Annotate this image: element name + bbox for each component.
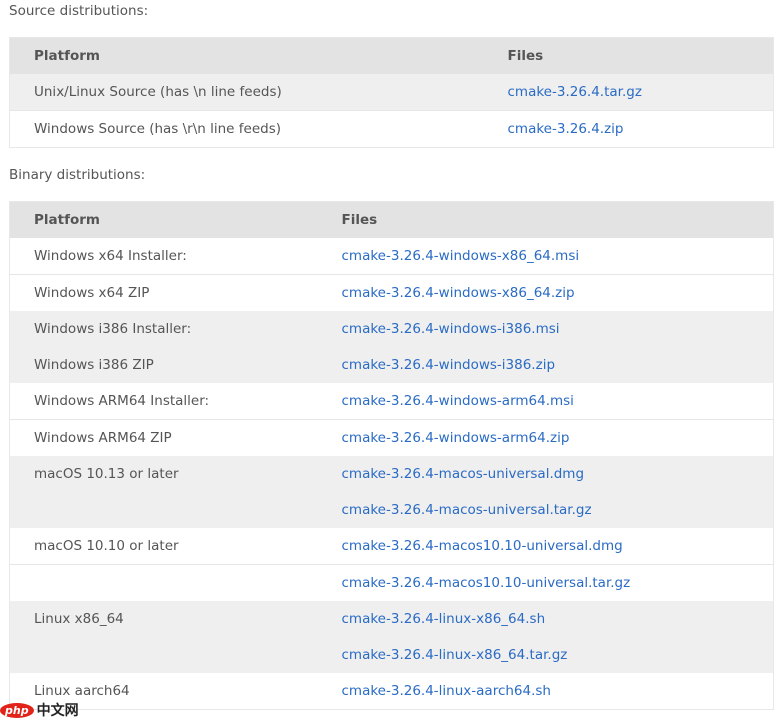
file-cell: cmake-3.26.4-linux-x86_64.tar.gz (317, 637, 774, 673)
download-link[interactable]: cmake-3.26.4-linux-x86_64.tar.gz (342, 647, 568, 663)
file-cell: cmake-3.26.4-macos10.10-universal.dmg (318, 528, 774, 565)
header-platform: Platform (9, 37, 484, 74)
file-cell: cmake-3.26.4-macos10.10-universal.tar.gz (317, 564, 774, 601)
table-row: Windows i386 Installer: cmake-3.26.4-wind… (9, 311, 774, 347)
file-cell: cmake-3.26.4-windows-i386.msi (317, 311, 774, 347)
file-cell: cmake-3.26.4-windows-arm64.msi (318, 383, 774, 420)
platform-cell: macOS 10.13 or later (9, 456, 318, 492)
watermark: php 中文网 (0, 700, 79, 720)
binary-table: Platform Files Windows x64 Installer: cma… (9, 201, 774, 710)
table-row: cmake-3.26.4-linux-x86_64.tar.gz (9, 637, 774, 673)
download-link[interactable]: cmake-3.26.4-windows-i386.zip (342, 357, 556, 373)
table-row: Windows x64 Installer: cmake-3.26.4-windo… (10, 238, 774, 275)
download-link[interactable]: cmake-3.26.4.zip (508, 121, 624, 137)
table-row: cmake-3.26.4-macos10.10-universal.tar.gz (9, 564, 774, 601)
watermark-text: 中文网 (36, 703, 79, 719)
file-cell: cmake-3.26.4.tar.gz (483, 74, 774, 111)
table-row: Windows i386 ZIP cmake-3.26.4-windows-i38… (9, 347, 774, 383)
download-link[interactable]: cmake-3.26.4-macos-universal.dmg (342, 466, 585, 482)
source-caption: Source distributions: (9, 3, 149, 19)
header-files: Files (483, 37, 774, 74)
platform-cell (9, 637, 318, 673)
file-cell: cmake-3.26.4-linux-aarch64.sh (318, 673, 774, 710)
binary-caption: Binary distributions: (9, 167, 146, 183)
platform-cell: macOS 10.10 or later (34, 538, 179, 554)
header-files: Files (317, 201, 774, 238)
file-cell: cmake-3.26.4-macos-universal.dmg (317, 456, 774, 492)
table-header-row: Platform Files (9, 37, 774, 74)
download-link[interactable]: cmake-3.26.4.tar.gz (508, 84, 642, 100)
table-row: Windows ARM64 ZIP cmake-3.26.4-windows-ar… (9, 419, 774, 456)
table-row: macOS 10.10 or later cmake-3.26.4-macos10… (10, 528, 774, 565)
platform-cell: Linux x86_64 (9, 601, 318, 637)
platform-cell: Windows x64 ZIP (9, 274, 318, 311)
download-link[interactable]: cmake-3.26.4-linux-aarch64.sh (342, 683, 551, 699)
download-link[interactable]: cmake-3.26.4-macos10.10-universal.tar.gz (342, 575, 631, 591)
table-header-row: Platform Files (9, 201, 774, 238)
table-row: cmake-3.26.4-macos-universal.tar.gz (9, 492, 774, 528)
platform-cell: Windows i386 Installer: (9, 311, 318, 347)
table-row: Windows x64 ZIP cmake-3.26.4-windows-x86_… (9, 274, 774, 311)
platform-cell (9, 492, 318, 528)
platform-cell: Unix/Linux Source (has \n line feeds) (9, 74, 484, 111)
download-link[interactable]: cmake-3.26.4-windows-x86_64.msi (342, 248, 580, 264)
platform-cell: Windows ARM64 Installer: (34, 393, 210, 409)
download-link[interactable]: cmake-3.26.4-linux-x86_64.sh (342, 611, 546, 627)
file-cell: cmake-3.26.4-windows-arm64.zip (317, 419, 774, 456)
file-cell: cmake-3.26.4-macos-universal.tar.gz (317, 492, 774, 528)
table-row: macOS 10.13 or later cmake-3.26.4-macos-u… (9, 456, 774, 492)
download-link[interactable]: cmake-3.26.4-windows-i386.msi (342, 321, 560, 337)
file-cell: cmake-3.26.4.zip (483, 110, 774, 148)
platform-cell: Windows i386 ZIP (9, 347, 318, 383)
platform-cell: Windows ARM64 ZIP (9, 419, 318, 456)
file-cell: cmake-3.26.4-windows-x86_64.msi (318, 238, 774, 275)
platform-cell: Windows Source (has \r\n line feeds) (9, 110, 484, 148)
file-cell: cmake-3.26.4-windows-i386.zip (317, 347, 774, 383)
file-cell: cmake-3.26.4-linux-x86_64.sh (317, 601, 774, 637)
source-table: Platform Files Unix/Linux Source (has \n… (9, 37, 774, 148)
table-row: Linux x86_64 cmake-3.26.4-linux-x86_64.sh (9, 601, 774, 637)
table-row: Unix/Linux Source (has \n line feeds) cma… (9, 74, 774, 111)
platform-cell: Windows x64 Installer: (34, 248, 187, 264)
download-link[interactable]: cmake-3.26.4-windows-x86_64.zip (342, 285, 575, 301)
table-row: Windows ARM64 Installer: cmake-3.26.4-win… (10, 383, 774, 420)
download-link[interactable]: cmake-3.26.4-macos10.10-universal.dmg (342, 538, 623, 554)
header-platform: Platform (9, 201, 318, 238)
download-link[interactable]: cmake-3.26.4-windows-arm64.msi (342, 393, 574, 409)
php-logo: php (0, 702, 34, 718)
table-row: Linux aarch64 cmake-3.26.4-linux-aarch64.… (10, 673, 774, 710)
download-link[interactable]: cmake-3.26.4-macos-universal.tar.gz (342, 502, 592, 518)
platform-cell (9, 564, 318, 601)
download-link[interactable]: cmake-3.26.4-windows-arm64.zip (342, 430, 570, 446)
file-cell: cmake-3.26.4-windows-x86_64.zip (317, 274, 774, 311)
table-row: Windows Source (has \r\n line feeds) cmak… (9, 110, 774, 148)
